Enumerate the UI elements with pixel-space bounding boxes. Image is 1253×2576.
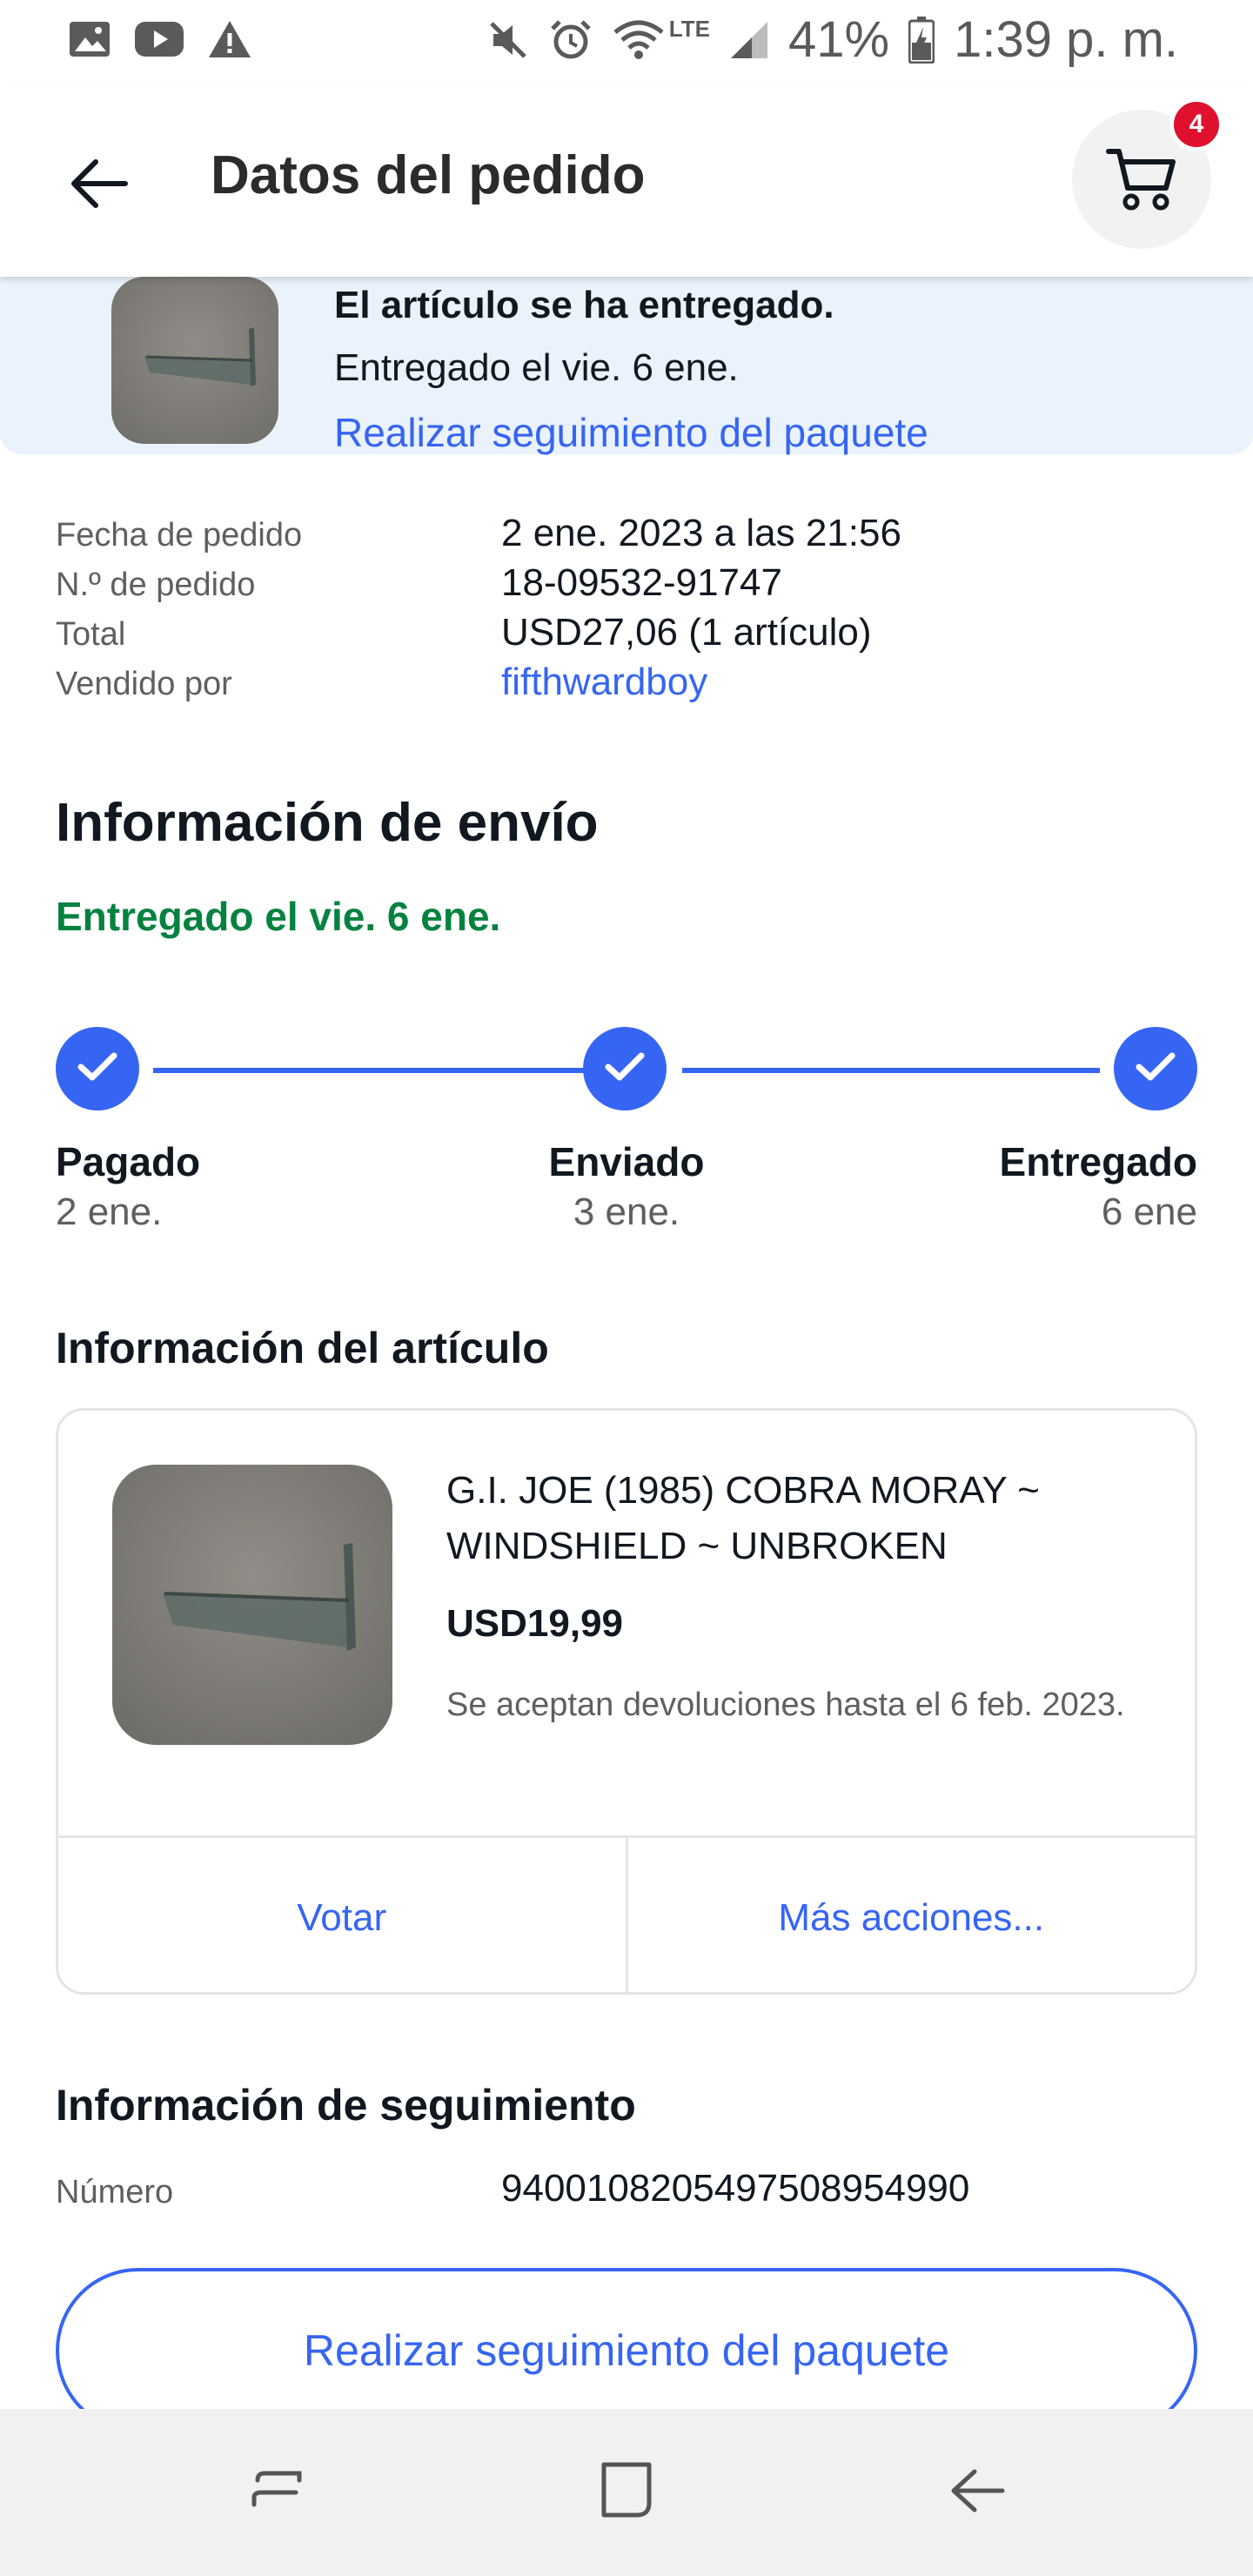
tracking-number-label: Número [56,2174,174,2210]
item-thumbnail[interactable] [111,277,278,444]
back-button[interactable] [61,148,136,223]
back-nav-icon [947,2459,1009,2526]
order-date-label: Fecha de pedido [56,517,303,553]
step-delivered-date: 6 ene [1101,1191,1197,1233]
shipping-status: Entregado el vie. 6 ene. [56,894,501,939]
item-section-title: Información del artículo [56,1324,549,1372]
tracking-number-value: 9400108205497508954990 [501,2167,970,2210]
order-details: Fecha de pedido 2 ene. 2023 a las 21:56 … [56,512,1204,710]
delivery-banner: El artículo se ha entregado. Entregado e… [0,277,1253,456]
recent-apps-button[interactable] [242,2458,312,2527]
battery-percent: 41% [787,11,890,68]
check-icon [76,1050,119,1089]
step-shipped-dot [583,1027,667,1110]
check-icon [1134,1050,1177,1089]
warning-icon [207,19,252,59]
alarm-icon [549,18,593,62]
more-actions-button[interactable]: Más acciones... [625,1838,1196,1992]
tracking-section-title: Información de seguimiento [56,2081,636,2130]
step-paid-label: Pagado [56,1139,201,1184]
back-nav-button[interactable] [943,2458,1013,2527]
progress-line-2 [682,1068,1100,1073]
item-actions: Votar Más acciones... [58,1835,1196,1992]
return-policy: Se aceptan devoluciones hasta el 6 feb. … [446,1687,1125,1723]
step-delivered-label: Entregado [999,1139,1197,1184]
step-delivered-dot [1114,1027,1197,1110]
step-paid-dot [56,1027,139,1110]
signal-icon [729,20,769,60]
item-image[interactable] [112,1465,392,1745]
banner-title: El artículo se ha entregado. [334,284,834,326]
cart-count-badge: 4 [1169,97,1223,151]
seller-row: Vendido por fifthwardboy [56,661,1204,710]
order-number-value: 18-09532-91747 [501,561,782,604]
track-package-link[interactable]: Realizar seguimiento del paquete [334,409,928,456]
step-shipped-date: 3 ene. [573,1191,680,1233]
cart-icon [1105,143,1178,217]
order-date-row: Fecha de pedido 2 ene. 2023 a las 21:56 [56,512,1204,561]
gallery-icon [68,20,111,58]
app-bar: Datos del pedido [0,87,1253,277]
status-bar: LTE 41% 1:39 p. m. [0,0,1253,87]
order-total-value: USD27,06 (1 artículo) [501,611,872,654]
item-card: G.I. JOE (1985) COBRA MORAY ~ WINDSHIELD… [56,1408,1197,1995]
wifi-icon [612,18,666,62]
item-price: USD19,99 [446,1602,624,1645]
order-date-value: 2 ene. 2023 a las 21:56 [501,512,901,554]
battery-icon [908,16,935,64]
item-title[interactable]: G.I. JOE (1985) COBRA MORAY ~ WINDSHIELD… [446,1463,1108,1574]
check-icon [603,1050,647,1089]
recent-apps-icon [245,2459,308,2526]
seller-label: Vendido por [56,666,232,702]
order-total-row: Total USD27,06 (1 artículo) [56,611,1204,661]
order-total-label: Total [56,616,126,653]
mute-icon [486,18,530,62]
vote-button[interactable]: Votar [58,1838,626,1992]
seller-link[interactable]: fifthwardboy [501,661,707,704]
step-paid-date: 2 ene. [56,1191,163,1233]
page-title: Datos del pedido [211,145,646,205]
home-button[interactable] [592,2458,661,2527]
progress-line-1 [153,1068,625,1073]
shipping-section-title: Información de envío [56,793,599,853]
step-shipped-label: Enviado [548,1139,705,1184]
arrow-left-icon [68,158,129,214]
system-navigation-bar [0,2409,1253,2576]
order-number-label: N.º de pedido [56,567,256,603]
banner-subtitle: Entregado el vie. 6 ene. [334,346,739,389]
clock: 1:39 p. m. [954,11,1178,68]
order-number-row: N.º de pedido 18-09532-91747 [56,561,1204,611]
home-icon [595,2459,658,2526]
tracking-number-row: Número 9400108205497508954990 [56,2167,1204,2219]
shipping-progress-tracker [56,1027,1197,1114]
lte-label: LTE [668,16,710,42]
youtube-icon [134,20,184,58]
